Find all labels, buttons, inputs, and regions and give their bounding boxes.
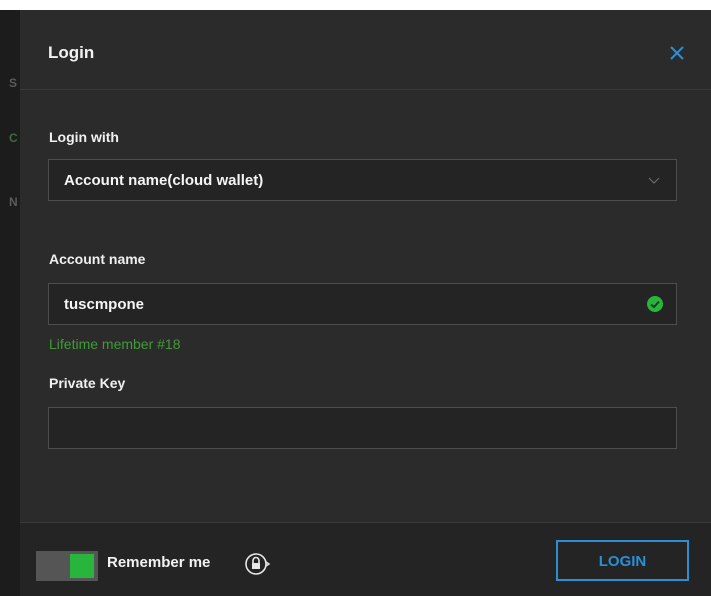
login-with-select[interactable]: Account name(cloud wallet) bbox=[48, 159, 677, 201]
background-fragment: C bbox=[9, 131, 18, 145]
account-name-input[interactable]: tuscmpone bbox=[48, 283, 677, 325]
close-button[interactable] bbox=[662, 38, 692, 68]
account-status-hint: Lifetime member #18 bbox=[49, 336, 181, 352]
chevron-down-icon bbox=[648, 177, 660, 184]
background-fragment: N bbox=[9, 195, 18, 209]
toggle-knob bbox=[70, 554, 94, 578]
private-key-input[interactable] bbox=[48, 407, 677, 449]
remember-me-toggle[interactable] bbox=[36, 551, 98, 581]
close-icon bbox=[670, 46, 684, 60]
account-name-label: Account name bbox=[49, 251, 146, 267]
check-circle-icon bbox=[647, 296, 663, 312]
background-fragment: S bbox=[9, 76, 18, 90]
remember-me-label: Remember me bbox=[107, 554, 211, 571]
private-key-label: Private Key bbox=[49, 375, 126, 391]
dialog-title: Login bbox=[48, 43, 95, 62]
account-name-value: tuscmpone bbox=[64, 296, 145, 313]
login-with-value: Account name(cloud wallet) bbox=[64, 172, 264, 189]
login-dialog: Login Login with Account name(cloud wall… bbox=[20, 10, 711, 596]
background-page: S C N bbox=[0, 10, 20, 596]
dialog-footer: Remember me LOGIN bbox=[20, 522, 711, 596]
login-button[interactable]: LOGIN bbox=[556, 540, 689, 581]
dialog-header: Login bbox=[20, 10, 711, 90]
lock-icon[interactable] bbox=[242, 549, 272, 579]
login-with-label: Login with bbox=[49, 129, 119, 145]
